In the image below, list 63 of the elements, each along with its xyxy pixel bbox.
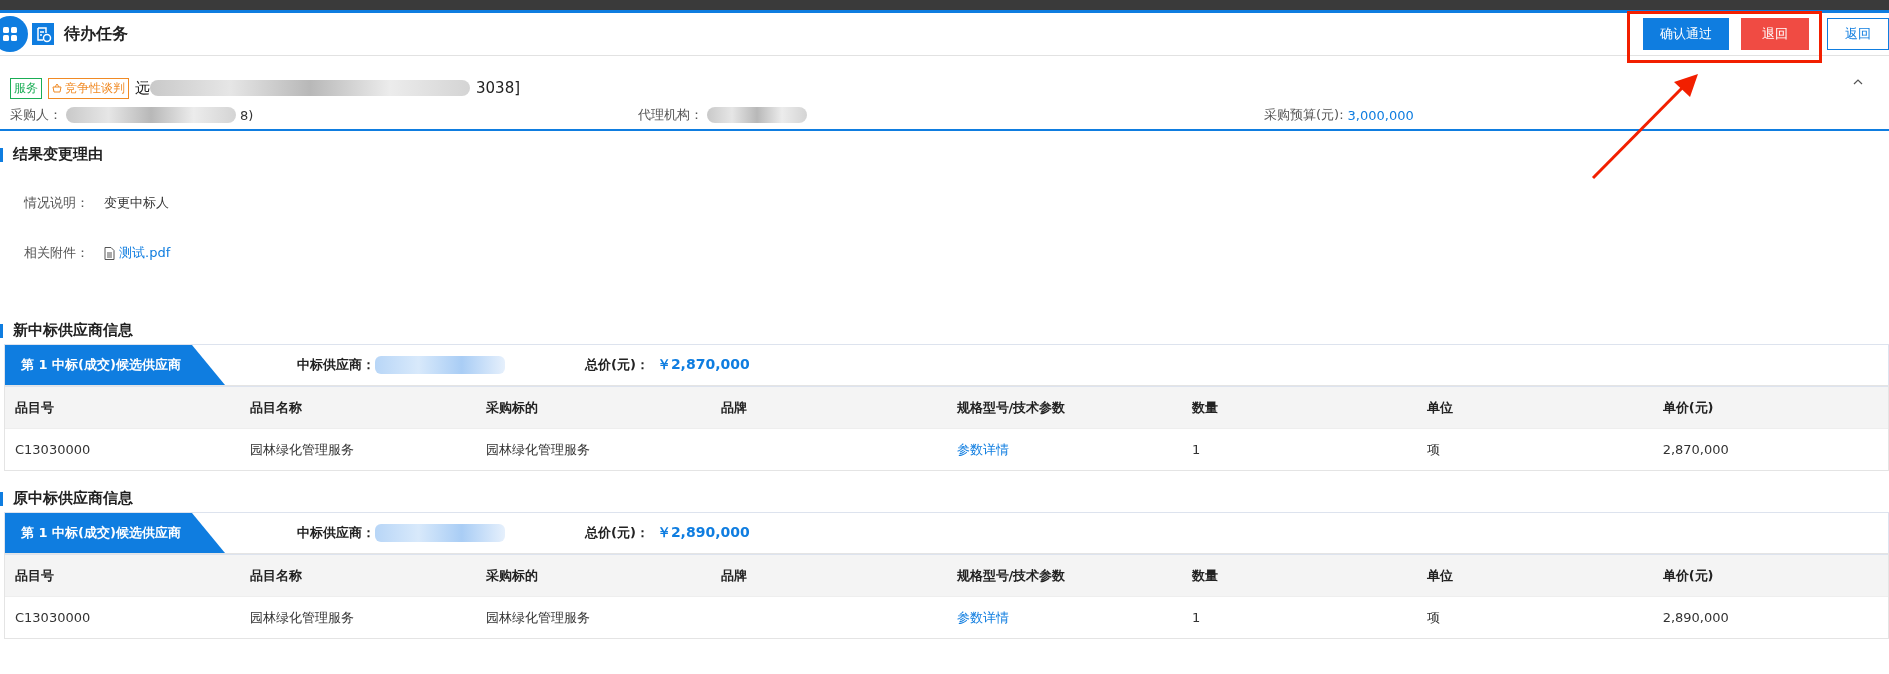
field-label: 代理机构： xyxy=(638,106,703,124)
column-header: 品目名称 xyxy=(249,398,304,417)
column-header: 品目号 xyxy=(14,398,55,417)
table-cell-text: 项 xyxy=(1426,440,1442,459)
column-header: 采购标的 xyxy=(484,566,539,585)
table-cell-text: 2,890,000 xyxy=(1661,610,1730,625)
column-header: 单位 xyxy=(1426,566,1455,585)
rank-banner: 第 1 中标(成交)候选供应商 xyxy=(5,345,225,385)
table-cell-text: 2,870,000 xyxy=(1661,442,1730,457)
table-cell-text: 项 xyxy=(1426,608,1442,627)
column-header: 采购标的 xyxy=(484,398,539,417)
column-header: 单位 xyxy=(1426,398,1455,417)
params-link[interactable]: 参数详情 xyxy=(956,441,1009,457)
column-header: 品牌 xyxy=(720,566,749,585)
total-label: 总价(元)： xyxy=(585,356,649,374)
table-cell-text: 1 xyxy=(1190,442,1202,457)
column-header: 单价(元) xyxy=(1661,398,1715,417)
total-price: ￥2,870,000 xyxy=(656,356,750,374)
attachment-link[interactable]: 测试.pdf xyxy=(119,244,171,262)
table-cell-text: 1 xyxy=(1190,610,1202,625)
action-button[interactable]: 确认通过 xyxy=(1643,18,1729,50)
table-cell-text: C13030000 xyxy=(14,442,92,457)
field-label: 采购预算(元): xyxy=(1264,106,1344,124)
category-tag: 竞争性谈判 xyxy=(48,77,129,99)
column-header: 品目号 xyxy=(14,566,55,585)
grid-icon[interactable] xyxy=(0,16,28,52)
column-header: 数量 xyxy=(1190,566,1219,585)
collapse-icon[interactable] xyxy=(1853,78,1863,86)
document-icon xyxy=(104,246,115,260)
action-button[interactable]: 退回 xyxy=(1741,18,1809,50)
reason-value: 变更中标人 xyxy=(104,194,169,212)
section-heading: 原中标供应商信息 xyxy=(0,489,1889,508)
basket-icon xyxy=(52,83,62,93)
column-header: 品牌 xyxy=(720,398,749,417)
project-title-start: 远 xyxy=(135,78,150,98)
supplier-label: 中标供应商： xyxy=(297,356,375,374)
field-value: 8) xyxy=(240,107,254,123)
column-header: 规格型号/技术参数 xyxy=(955,398,1067,417)
table-cell-text: 园林绿化管理服务 xyxy=(249,440,356,459)
column-header: 规格型号/技术参数 xyxy=(955,566,1067,585)
section-heading: 结果变更理由 xyxy=(0,145,1889,164)
section-heading: 新中标供应商信息 xyxy=(0,321,1889,340)
column-header: 品目名称 xyxy=(249,566,304,585)
field-label: 相关附件： xyxy=(24,244,90,262)
total-label: 总价(元)： xyxy=(585,524,649,542)
total-price: ￥2,890,000 xyxy=(656,524,750,542)
field-label: 情况说明： xyxy=(24,194,90,212)
table-cell-text: 园林绿化管理服务 xyxy=(249,608,356,627)
supplier-label: 中标供应商： xyxy=(297,524,375,542)
table-cell-text: 园林绿化管理服务 xyxy=(484,608,591,627)
action-button[interactable]: 返回 xyxy=(1827,18,1889,50)
document-clock-icon xyxy=(32,23,54,45)
budget-value: 3,000,000 xyxy=(1347,107,1414,123)
project-title-end: 3038] xyxy=(476,79,521,97)
rank-banner: 第 1 中标(成交)候选供应商 xyxy=(5,513,225,553)
table-cell-text: 园林绿化管理服务 xyxy=(484,440,591,459)
field-label: 采购人： xyxy=(10,106,62,124)
category-tag: 服务 xyxy=(10,77,42,99)
column-header: 单价(元) xyxy=(1661,566,1715,585)
column-header: 数量 xyxy=(1190,398,1219,417)
page-title: 待办任务 xyxy=(64,23,128,45)
params-link[interactable]: 参数详情 xyxy=(956,609,1009,625)
table-cell-text: C13030000 xyxy=(14,610,92,625)
